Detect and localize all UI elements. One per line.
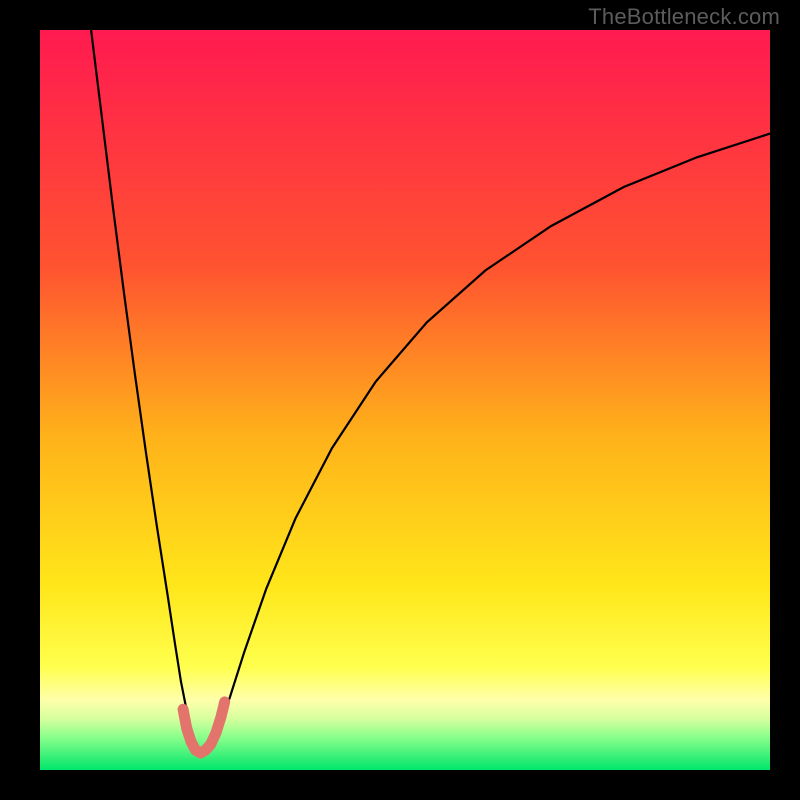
chart-plot-area <box>40 30 770 770</box>
chart-svg <box>40 30 770 770</box>
chart-frame: TheBottleneck.com <box>0 0 800 800</box>
chart-background-gradient <box>40 30 770 770</box>
watermark-text: TheBottleneck.com <box>588 4 780 30</box>
